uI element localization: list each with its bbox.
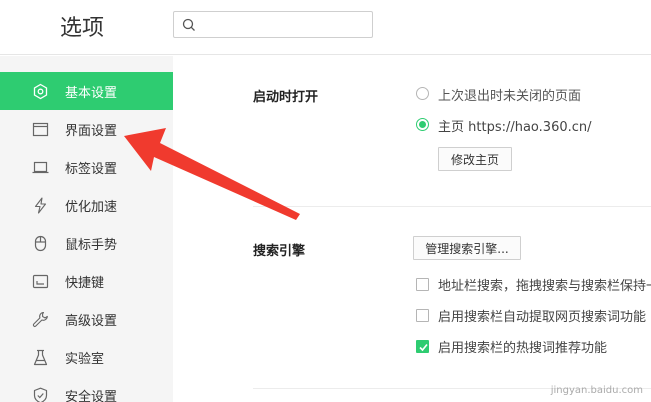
sidebar-item-label: 高级设置 [65, 314, 118, 329]
sidebar-item-mouse-gestures[interactable]: 鼠标手势 [0, 224, 173, 262]
radio-last-session[interactable] [416, 87, 429, 100]
sidebar-item-label: 快捷键 [65, 276, 105, 291]
checkbox-hot-search-recommend[interactable] [416, 340, 429, 353]
sidebar-item-security[interactable]: 安全设置 [0, 376, 173, 402]
page-title: 选项 [60, 16, 105, 41]
sidebar-item-tab-settings[interactable]: 标签设置 [0, 148, 173, 186]
sidebar-item-label: 界面设置 [65, 124, 118, 139]
sidebar-item-lab[interactable]: 实验室 [0, 338, 173, 376]
sidebar-item-interface-settings[interactable]: 界面设置 [0, 110, 173, 148]
window-icon [32, 122, 49, 137]
search-icon [182, 18, 195, 31]
search-engine-section-title: 搜索引擎 [253, 244, 306, 259]
sidebar-item-label: 安全设置 [65, 390, 118, 402]
header-bar: 选项 [0, 0, 651, 55]
settings-content: 启动时打开 上次退出时未关闭的页面 主页 https://hao.360.cn/… [173, 56, 651, 402]
manage-search-engines-button[interactable]: 管理搜索引擎... [413, 236, 521, 260]
modify-homepage-button[interactable]: 修改主页 [438, 147, 512, 171]
checkbox-auto-extract-search-terms-label: 启用搜索栏自动提取网页搜索词功能 [438, 310, 647, 325]
checkbox-auto-extract-search-terms[interactable] [416, 309, 429, 322]
startup-section-title: 启动时打开 [253, 90, 319, 105]
radio-homepage[interactable] [416, 118, 429, 131]
search-input[interactable] [173, 11, 373, 38]
lightning-icon [34, 197, 47, 214]
wrench-icon [32, 311, 48, 327]
shield-icon [33, 387, 48, 402]
flask-icon [33, 349, 48, 366]
sidebar-item-shortcuts[interactable]: 快捷键 [0, 262, 173, 300]
keyboard-shortcut-icon [32, 274, 49, 289]
checkbox-address-bar-search-label: 地址栏搜索，拖拽搜索与搜索栏保持一 [438, 279, 651, 294]
mouse-icon [34, 235, 47, 252]
sidebar-item-label: 标签设置 [65, 162, 118, 177]
checkbox-hot-search-recommend-label: 启用搜索栏的热搜词推荐功能 [438, 341, 608, 356]
radio-last-session-label: 上次退出时未关闭的页面 [438, 89, 582, 104]
tab-icon [32, 161, 49, 174]
settings-hexagon-icon [33, 83, 48, 100]
sidebar-item-label: 鼠标手势 [65, 238, 118, 253]
sidebar: 基本设置 界面设置 标签设置 优化加速 鼠标手势 快捷键 高级设置 实验室 安全… [0, 56, 173, 402]
sidebar-item-basic-settings[interactable]: 基本设置 [0, 72, 173, 110]
section-divider [253, 206, 651, 207]
sidebar-item-label: 优化加速 [65, 200, 118, 215]
sidebar-item-label: 基本设置 [65, 86, 118, 101]
checkmark-icon [419, 343, 428, 352]
sidebar-item-label: 实验室 [65, 352, 105, 367]
sidebar-item-advanced[interactable]: 高级设置 [0, 300, 173, 338]
checkbox-address-bar-search[interactable] [416, 278, 429, 291]
sidebar-item-optimize[interactable]: 优化加速 [0, 186, 173, 224]
radio-homepage-label: 主页 https://hao.360.cn/ [438, 120, 592, 135]
watermark-text: jingyan.baidu.com [550, 385, 643, 396]
